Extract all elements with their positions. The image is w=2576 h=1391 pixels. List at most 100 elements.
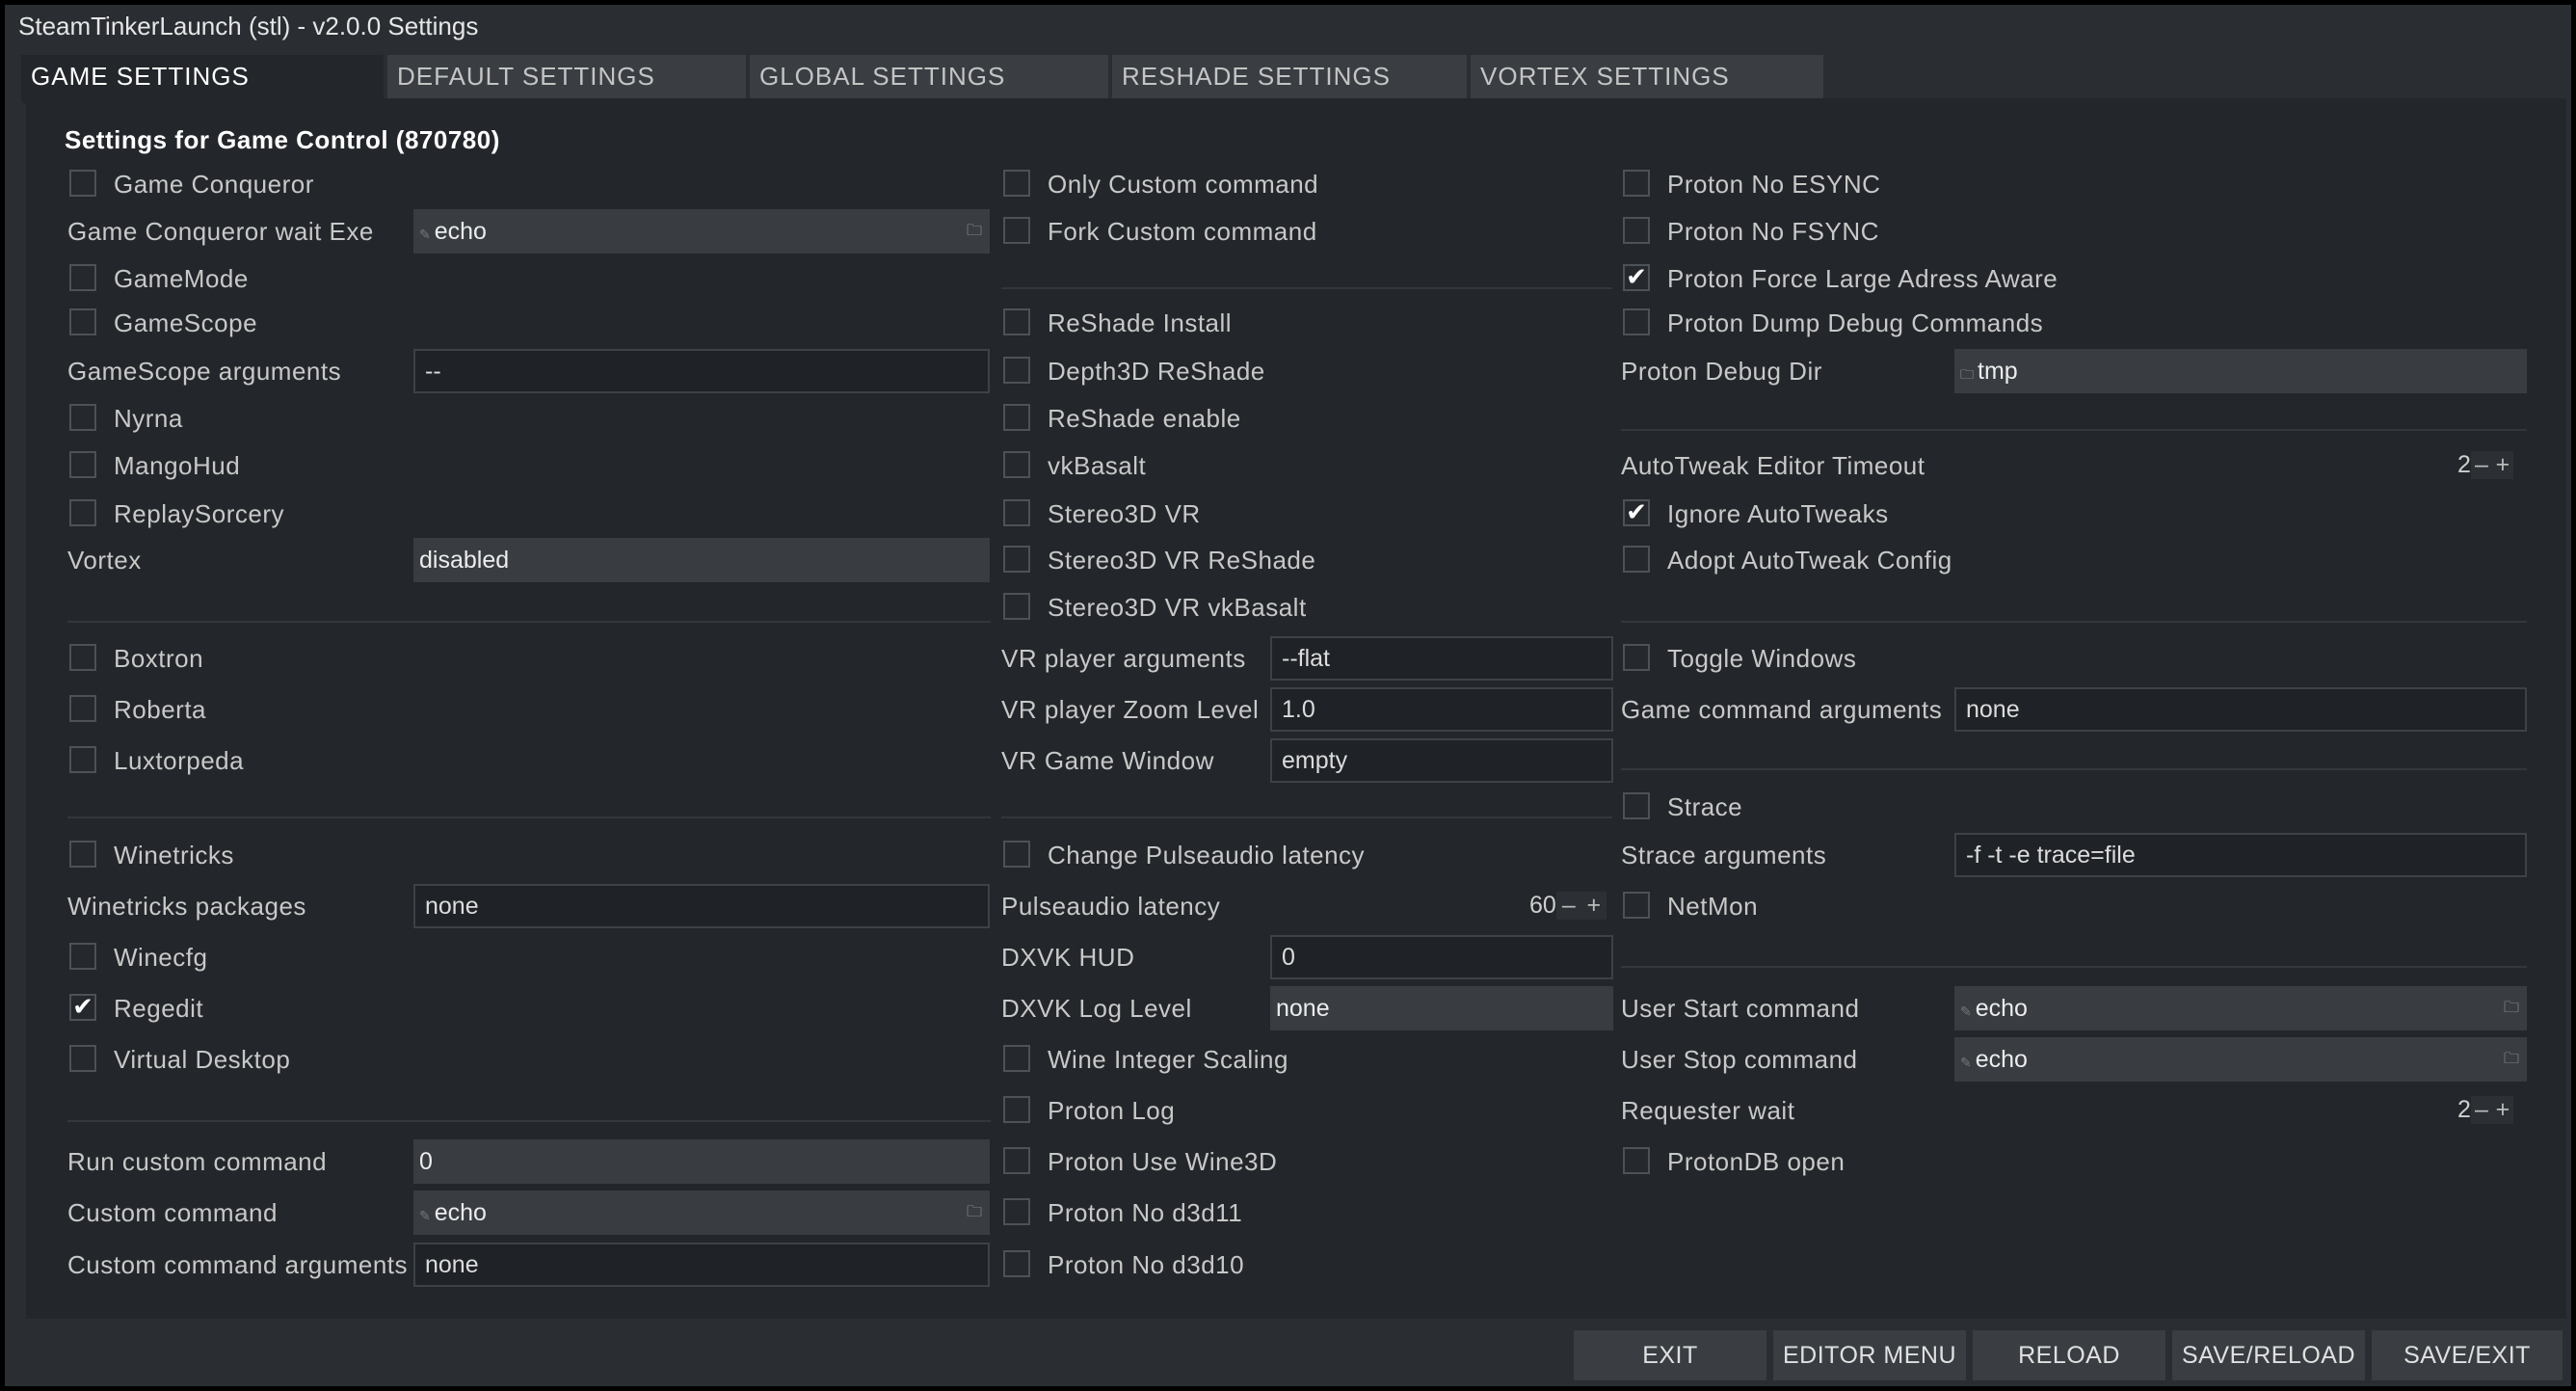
checkbox-stereo3d-vr[interactable] <box>1003 499 1030 526</box>
user-stop-combo[interactable]: ✎ echo 🗀 <box>1954 1037 2527 1082</box>
checkbox-protondb-open[interactable] <box>1623 1147 1650 1174</box>
increment-button[interactable]: + <box>1580 892 1607 920</box>
checkbox-vkbasalt[interactable] <box>1003 451 1030 478</box>
decrement-button[interactable]: – <box>1555 892 1581 920</box>
editor-menu-button[interactable]: EDITOR MENU <box>1773 1330 1966 1380</box>
folder-icon[interactable]: 🗀 <box>2504 1037 2519 1082</box>
checkbox-proton-no-d3d10[interactable] <box>1003 1250 1030 1277</box>
checkbox-winecfg[interactable] <box>69 943 96 970</box>
tab-default-settings[interactable]: DEFAULT SETTINGS <box>387 55 746 98</box>
checkbox-gamescope[interactable] <box>69 308 96 335</box>
decrement-button[interactable]: – <box>2470 1096 2492 1124</box>
checkbox-only-custom[interactable] <box>1003 170 1030 197</box>
field-label: Game command arguments <box>1621 695 1943 724</box>
save-reload-button[interactable]: SAVE/RELOAD <box>2172 1330 2365 1380</box>
field-label: Requester wait <box>1621 1096 1795 1125</box>
field-label: AutoTweak Editor Timeout <box>1621 451 1925 480</box>
custom-command-combo[interactable]: ✎ echo 🗀 <box>413 1190 990 1235</box>
checkbox-winetricks[interactable] <box>69 841 96 868</box>
checkbox-no-fsync[interactable] <box>1623 217 1650 244</box>
folder-icon[interactable]: 🗀 <box>1960 366 1974 382</box>
separator <box>67 1120 991 1122</box>
user-start-combo[interactable]: ✎ echo 🗀 <box>1954 986 2527 1030</box>
winetricks-packages-input[interactable]: none <box>413 884 990 928</box>
debug-dir-combo[interactable]: 🗀 tmp <box>1954 349 2527 393</box>
checkbox-adopt-autotweak[interactable] <box>1623 546 1650 573</box>
checkbox-reshade-install[interactable] <box>1003 308 1030 335</box>
checkbox-reshade-enable[interactable] <box>1003 404 1030 431</box>
checkbox-no-esync[interactable] <box>1623 170 1650 197</box>
field-label: DXVK Log Level <box>1001 994 1192 1023</box>
tab-reshade-settings[interactable]: RESHADE SETTINGS <box>1112 55 1467 98</box>
folder-icon[interactable]: 🗀 <box>2504 986 2519 1030</box>
checkbox-stereo3d-vr-vkbasalt[interactable] <box>1003 593 1030 620</box>
folder-icon[interactable]: 🗀 <box>967 1190 982 1235</box>
checkbox-virtual-desktop[interactable] <box>69 1045 96 1072</box>
autotweak-timeout-spinner[interactable]: 2– + <box>2457 451 2513 479</box>
checkbox-label: Winecfg <box>114 943 208 972</box>
run-custom-command-combo[interactable]: 0 <box>413 1139 990 1184</box>
checkbox-boxtron[interactable] <box>69 644 96 671</box>
requester-wait-spinner[interactable]: 2– + <box>2457 1096 2513 1124</box>
checkbox-gamemode[interactable] <box>69 264 96 291</box>
custom-command-args-input[interactable]: none <box>413 1243 990 1287</box>
game-cmd-args-input[interactable]: none <box>1954 687 2527 732</box>
checkbox-roberta[interactable] <box>69 695 96 722</box>
checkbox-label: ReplaySorcery <box>114 499 285 528</box>
checkbox-label: Proton No d3d10 <box>1048 1250 1245 1279</box>
checkbox-label: Toggle Windows <box>1667 644 1857 673</box>
checkbox-large-address[interactable]: ✔ <box>1623 264 1650 291</box>
checkbox-fork-custom[interactable] <box>1003 217 1030 244</box>
checkbox-label: Proton Use Wine3D <box>1048 1147 1278 1176</box>
game-conqueror-exe-combo[interactable]: ✎ echo 🗀 <box>413 209 990 254</box>
reload-button[interactable]: RELOAD <box>1973 1330 2165 1380</box>
checkbox-label: Regedit <box>114 994 204 1023</box>
field-label: VR Game Window <box>1001 746 1214 775</box>
checkbox-game-conqueror[interactable] <box>69 170 96 197</box>
separator <box>1001 287 1612 289</box>
checkbox-proton-wine3d[interactable] <box>1003 1147 1030 1174</box>
separator <box>1001 816 1612 818</box>
tab-global-settings[interactable]: GLOBAL SETTINGS <box>750 55 1108 98</box>
save-exit-button[interactable]: SAVE/EXIT <box>2372 1330 2563 1380</box>
checkbox-wine-int-scaling[interactable] <box>1003 1045 1030 1072</box>
tab-game-settings[interactable]: GAME SETTINGS <box>21 55 384 103</box>
checkbox-toggle-windows[interactable] <box>1623 644 1650 671</box>
checkbox-mangohud[interactable] <box>69 451 96 478</box>
tab-vortex-settings[interactable]: VORTEX SETTINGS <box>1471 55 1823 98</box>
decrement-button[interactable]: – <box>2470 451 2492 479</box>
checkbox-proton-no-d3d11[interactable] <box>1003 1198 1030 1225</box>
checkbox-label: Strace <box>1667 792 1743 821</box>
checkbox-ignore-autotweaks[interactable]: ✔ <box>1623 499 1650 526</box>
checkbox-depth3d[interactable] <box>1003 357 1030 384</box>
increment-button[interactable]: + <box>2491 451 2513 479</box>
checkbox-dump-debug[interactable] <box>1623 308 1650 335</box>
increment-button[interactable]: + <box>2491 1096 2513 1124</box>
checkbox-regedit[interactable]: ✔ <box>69 994 96 1021</box>
gamescope-args-input[interactable]: -- <box>413 349 990 393</box>
dxvk-log-combo[interactable]: none <box>1270 986 1613 1030</box>
pulse-latency-spinner[interactable]: 60– + <box>1529 892 1607 920</box>
vr-game-window-input[interactable]: empty <box>1270 738 1613 783</box>
checkbox-strace[interactable] <box>1623 792 1650 819</box>
checkbox-luxtorpeda[interactable] <box>69 746 96 773</box>
checkbox-proton-log[interactable] <box>1003 1096 1030 1123</box>
folder-icon[interactable]: 🗀 <box>967 209 982 254</box>
checkbox-change-pulse[interactable] <box>1003 841 1030 868</box>
combo-value: echo <box>1975 995 2028 1022</box>
field-label: Pulseaudio latency <box>1001 892 1221 921</box>
edit-icon: ✎ <box>1960 1055 1972 1070</box>
separator <box>67 621 991 623</box>
vr-player-args-input[interactable]: --flat <box>1270 636 1613 681</box>
checkbox-nyrna[interactable] <box>69 404 96 431</box>
checkbox-label: Stereo3D VR vkBasalt <box>1048 593 1307 622</box>
dxvk-hud-input[interactable]: 0 <box>1270 935 1613 979</box>
vortex-combo[interactable]: disabled <box>413 538 990 582</box>
field-label: Custom command <box>67 1198 278 1227</box>
strace-args-input[interactable]: -f -t -e trace=file <box>1954 833 2527 877</box>
vr-zoom-input[interactable]: 1.0 <box>1270 687 1613 732</box>
checkbox-replaysorcery[interactable] <box>69 499 96 526</box>
checkbox-netmon[interactable] <box>1623 892 1650 919</box>
checkbox-stereo3d-vr-reshade[interactable] <box>1003 546 1030 573</box>
exit-button[interactable]: EXIT <box>1574 1330 1766 1380</box>
